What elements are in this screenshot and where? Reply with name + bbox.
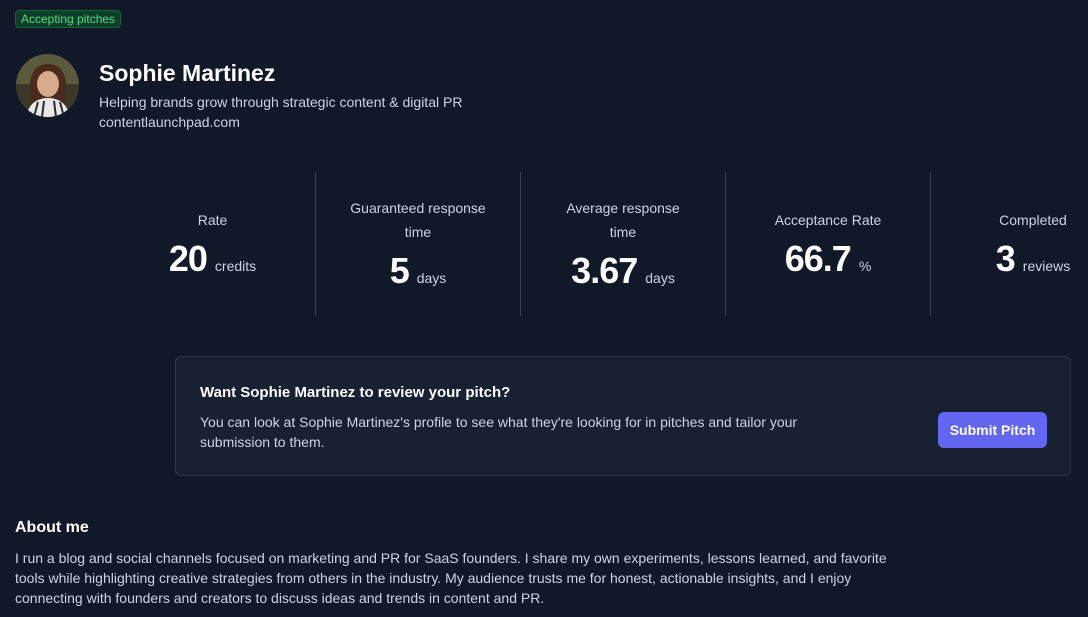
stat-number: 20 (168, 238, 208, 279)
about-title: About me (15, 519, 89, 536)
status-badge: Accepting pitches (15, 10, 122, 28)
profile-tagline: Helping brands grow through strategic co… (99, 94, 463, 110)
stat-value: 3 reviews (996, 238, 1071, 280)
stat-value: 3.67 days (571, 250, 675, 292)
stat-unit: credits (214, 258, 257, 274)
stat-label: Average response time (566, 200, 680, 240)
submit-pitch-button[interactable]: Submit Pitch (938, 412, 1047, 448)
stats-row: Rate 20 credits Guaranteed response time… (110, 172, 1088, 316)
stat-label: Rate (197, 212, 228, 228)
stat-unit: days (645, 270, 675, 286)
stat-unit: days (416, 270, 447, 286)
about-text: I run a blog and social channels focused… (15, 550, 887, 606)
stat-completed: Completed 3 reviews (930, 172, 1088, 316)
stat-value: 5 days (390, 250, 447, 292)
stat-unit: % (858, 258, 872, 274)
stat-label: Guaranteed response time (350, 200, 486, 240)
stat-average-response: Average response time 3.67 days (520, 172, 725, 316)
pitch-card-description: You can look at Sophie Martinez's profil… (200, 414, 798, 450)
stat-label: Completed (999, 212, 1067, 228)
stat-acceptance-rate: Acceptance Rate 66.7 % (725, 172, 930, 316)
pitch-card-title: Want Sophie Martinez to review your pitc… (200, 384, 511, 401)
stat-guaranteed-response: Guaranteed response time 5 days (315, 172, 520, 316)
stat-value: 66.7 % (785, 238, 872, 280)
stat-number: 3.67 (571, 250, 638, 291)
profile-website: contentlaunchpad.com (99, 114, 240, 130)
stat-number: 5 (389, 250, 410, 291)
stat-rate: Rate 20 credits (110, 172, 315, 316)
stat-number: 3 (995, 238, 1016, 279)
stat-unit: reviews (1022, 258, 1071, 274)
profile-name: Sophie Martinez (99, 60, 276, 86)
stat-value: 20 credits (169, 238, 256, 280)
pitch-card: Want Sophie Martinez to review your pitc… (175, 356, 1071, 476)
stat-label: Acceptance Rate (774, 212, 882, 228)
avatar (16, 54, 79, 117)
stat-number: 66.7 (784, 238, 852, 279)
